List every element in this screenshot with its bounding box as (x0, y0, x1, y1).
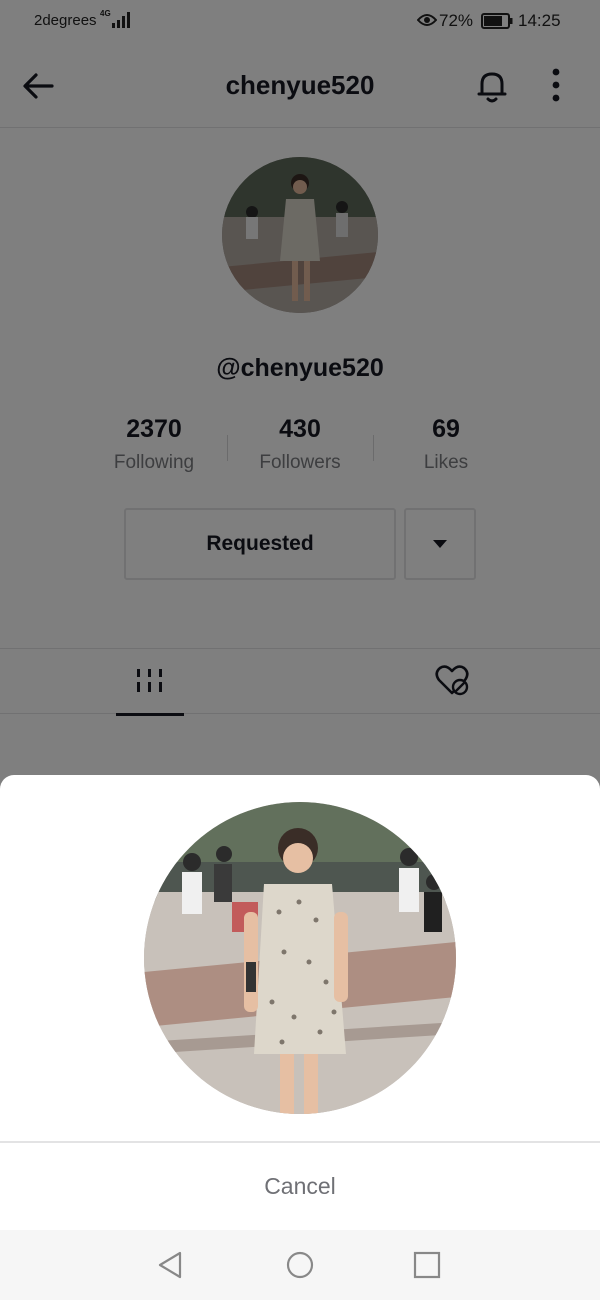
avatar-preview-sheet: Cancel (0, 775, 600, 1300)
avatar-photo-large (144, 802, 456, 1114)
nav-recents-icon[interactable] (412, 1250, 442, 1280)
nav-back-icon[interactable] (156, 1250, 186, 1280)
system-nav-bar (0, 1230, 600, 1300)
cancel-button[interactable]: Cancel (0, 1143, 600, 1229)
enlarged-avatar (144, 802, 456, 1114)
nav-home-icon[interactable] (285, 1250, 315, 1280)
